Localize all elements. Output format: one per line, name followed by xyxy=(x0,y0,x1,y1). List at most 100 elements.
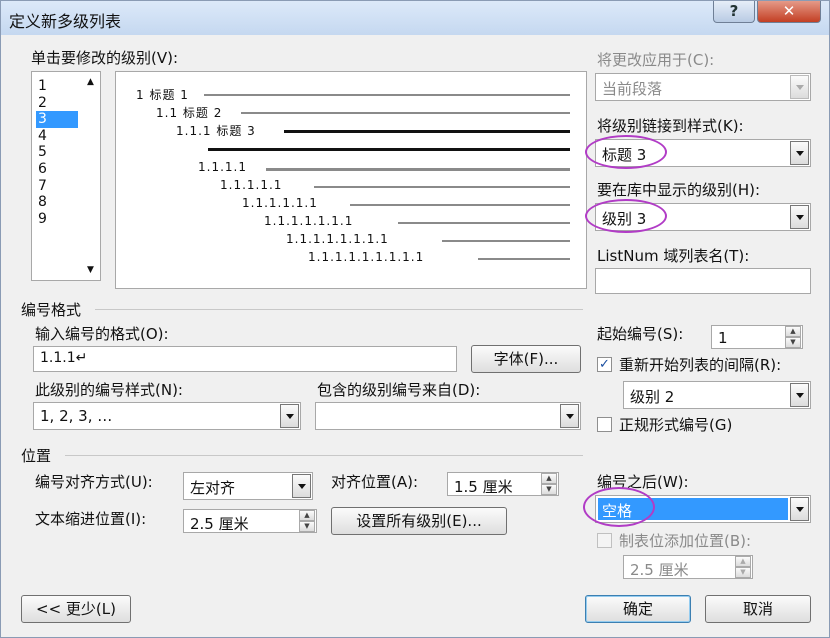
spin-down-icon[interactable]: ▼ xyxy=(299,521,315,532)
listnum-label: ListNum 域列表名(T): xyxy=(597,247,750,265)
levels-label: 单击要修改的级别(V): xyxy=(31,49,179,67)
preview-text-line xyxy=(266,168,570,171)
level-item[interactable]: 1 xyxy=(36,78,78,95)
close-button[interactable]: ✕ xyxy=(757,1,821,23)
dialog-title: 定义新多级列表 xyxy=(9,12,122,31)
alignment-label: 编号对齐方式(U): xyxy=(35,473,153,491)
restart-level-value: 级别 2 xyxy=(630,388,675,406)
level-item[interactable]: 6 xyxy=(36,161,78,178)
gallery-level-label: 要在库中显示的级别(H): xyxy=(597,181,761,199)
preview-level-label: 1.1.1.1 xyxy=(198,160,247,174)
legal-checkbox[interactable] xyxy=(597,417,612,432)
tab-stop-checkbox[interactable] xyxy=(597,533,612,548)
level-item[interactable]: 9 xyxy=(36,211,78,228)
legal-label: 正规形式编号(G) xyxy=(619,416,733,434)
tab-stop-spinner[interactable]: 2.5 厘米 ▲ ▼ xyxy=(623,555,753,579)
gallery-level-dropdown-icon[interactable] xyxy=(790,205,809,229)
highlight-oval xyxy=(585,135,667,169)
link-style-label: 将级别链接到样式(K): xyxy=(597,117,744,135)
alignment-select[interactable]: 左对齐 xyxy=(183,472,313,500)
preview-level-label: 1.1.1.1.1.1.1.1 xyxy=(286,232,389,246)
apply-to-dropdown-icon[interactable] xyxy=(790,75,809,99)
level-item[interactable]: 4 xyxy=(36,128,78,145)
restart-checkbox[interactable]: ✓ xyxy=(597,357,612,372)
level-item[interactable]: 7 xyxy=(36,178,78,195)
preview-text-line xyxy=(314,186,570,188)
preview-pane: 1 标题 1 1.1 标题 2 1.1.1 标题 3 1.1.1.1 1.1.1.1.1… xyxy=(115,71,587,289)
spin-up-icon[interactable]: ▲ xyxy=(541,473,557,484)
level-item[interactable]: 3 xyxy=(36,111,78,128)
highlight-oval xyxy=(583,487,655,527)
number-style-dropdown-icon[interactable] xyxy=(280,404,299,428)
less-button[interactable]: << 更少(L) xyxy=(21,595,131,623)
spin-down-icon[interactable]: ▼ xyxy=(735,567,751,578)
aligned-at-value: 1.5 厘米 xyxy=(454,478,513,496)
apply-to-label: 将更改应用于(C): xyxy=(597,51,715,69)
preview-level-label: 1.1.1.1.1.1.1.1.1 xyxy=(308,250,425,264)
alignment-value: 左对齐 xyxy=(190,479,236,497)
spin-up-icon[interactable]: ▲ xyxy=(785,326,801,337)
indent-value: 2.5 厘米 xyxy=(190,515,249,533)
start-at-spinner[interactable]: 1 ▲ ▼ xyxy=(711,325,803,349)
title-bar: 定义新多级列表 ? ✕ xyxy=(1,1,829,35)
scroll-down-icon[interactable]: ▼ xyxy=(87,265,94,275)
aligned-at-spinner[interactable]: 1.5 厘米 ▲ ▼ xyxy=(447,472,559,496)
restart-label: 重新开始列表的间隔(R): xyxy=(619,356,782,374)
indent-label: 文本缩进位置(I): xyxy=(35,510,147,528)
indent-spinner[interactable]: 2.5 厘米 ▲ ▼ xyxy=(183,509,317,533)
ok-button[interactable]: 确定 xyxy=(585,595,691,623)
include-from-select[interactable] xyxy=(315,402,581,430)
link-style-dropdown-icon[interactable] xyxy=(790,141,809,165)
enter-format-input[interactable]: 1.1.1↵ xyxy=(33,346,457,372)
apply-to-value: 当前段落 xyxy=(602,80,663,98)
dialog-window: 定义新多级列表 ? ✕ 单击要修改的级别(V): 123456789 ▲ ▼ 1… xyxy=(0,0,830,638)
spin-down-icon[interactable]: ▼ xyxy=(541,484,557,495)
restart-level-dropdown-icon[interactable] xyxy=(790,383,809,407)
tab-stop-value: 2.5 厘米 xyxy=(630,561,689,579)
number-style-select[interactable]: 1, 2, 3, … xyxy=(33,402,301,430)
set-all-levels-button[interactable]: 设置所有级别(E)... xyxy=(331,507,507,535)
preview-text-line xyxy=(398,222,570,224)
level-item[interactable]: 2 xyxy=(36,95,78,112)
preview-text-line xyxy=(350,204,570,206)
section-divider xyxy=(95,309,583,310)
preview-level-label: 1.1.1.1.1.1 xyxy=(242,196,318,210)
preview-level-label: 1.1.1.1.1 xyxy=(220,178,283,192)
preview-text-line xyxy=(241,112,570,114)
spin-up-icon[interactable]: ▲ xyxy=(299,510,315,521)
listnum-input[interactable] xyxy=(595,268,811,294)
highlight-oval xyxy=(585,199,667,233)
section-divider xyxy=(65,455,583,456)
cancel-button[interactable]: 取消 xyxy=(705,595,811,623)
level-list-scrollbar[interactable]: ▲ ▼ xyxy=(83,73,99,279)
spin-up-icon[interactable]: ▲ xyxy=(735,556,751,567)
include-from-label: 包含的级别编号来自(D): xyxy=(317,381,481,399)
preview-level-label: 1 标题 1 xyxy=(136,88,189,102)
tab-stop-label: 制表位添加位置(B): xyxy=(619,532,752,550)
alignment-dropdown-icon[interactable] xyxy=(292,474,311,498)
restart-level-select[interactable]: 级别 2 xyxy=(623,381,811,409)
font-button[interactable]: 字体(F)... xyxy=(471,345,581,373)
preview-level-label: 1.1.1.1.1.1.1 xyxy=(264,214,354,228)
follow-dropdown-icon[interactable] xyxy=(790,497,809,521)
enter-format-label: 输入编号的格式(O): xyxy=(35,325,169,343)
level-item[interactable]: 5 xyxy=(36,144,78,161)
include-from-dropdown-icon[interactable] xyxy=(560,404,579,428)
apply-to-select[interactable]: 当前段落 xyxy=(595,73,811,101)
start-at-label: 起始编号(S): xyxy=(597,325,684,343)
preview-level-label: 1.1 标题 2 xyxy=(156,106,223,120)
number-style-label: 此级别的编号样式(N): xyxy=(35,381,183,399)
position-heading: 位置 xyxy=(21,447,52,465)
start-at-value: 1 xyxy=(718,329,728,347)
level-item[interactable]: 8 xyxy=(36,194,78,211)
preview-text-line xyxy=(284,130,570,133)
number-format-heading: 编号格式 xyxy=(21,301,82,319)
aligned-at-label: 对齐位置(A): xyxy=(331,473,419,491)
help-button[interactable]: ? xyxy=(713,1,755,23)
level-list[interactable]: 123456789 ▲ ▼ xyxy=(31,71,101,281)
scroll-up-icon[interactable]: ▲ xyxy=(87,77,94,87)
preview-text-line xyxy=(442,240,570,242)
number-style-value: 1, 2, 3, … xyxy=(40,407,113,425)
spin-down-icon[interactable]: ▼ xyxy=(785,337,801,348)
preview-text-line xyxy=(478,258,570,260)
